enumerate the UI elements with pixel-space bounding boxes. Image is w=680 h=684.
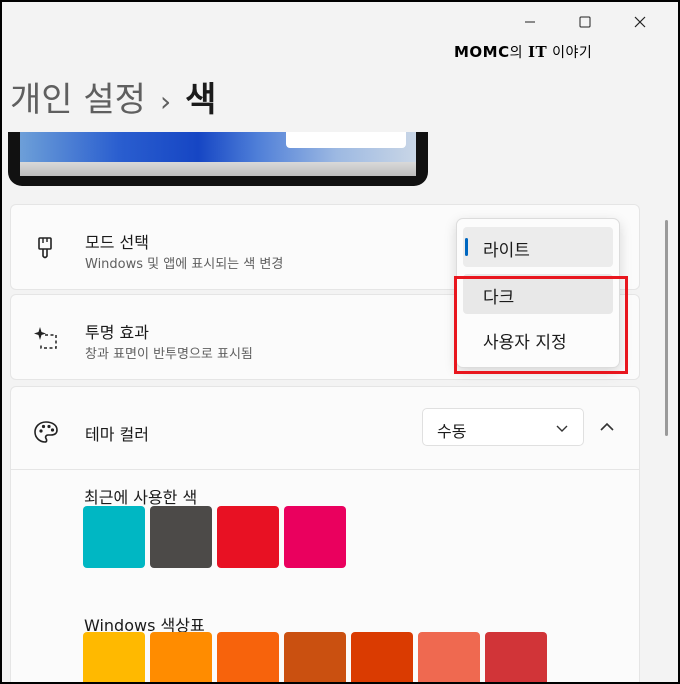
- recent-color-swatch[interactable]: [83, 506, 145, 568]
- watermark-possessive: 의: [509, 45, 528, 61]
- theme-color-title: 테마 컬러: [85, 425, 149, 444]
- mode-option-light[interactable]: 라이트: [463, 227, 613, 267]
- mode-option-label: 라이트: [483, 241, 530, 261]
- brush-icon: [38, 237, 52, 259]
- minimize-icon: [525, 21, 535, 23]
- page-title: 색: [185, 80, 217, 120]
- chevron-up-icon[interactable]: [598, 418, 616, 436]
- watermark: MOMC의 IT 이야기: [454, 42, 592, 62]
- breadcrumb-separator: ›: [159, 85, 172, 118]
- palette-color-swatch[interactable]: [351, 632, 413, 682]
- divider: [11, 469, 639, 470]
- preview-window: [286, 132, 406, 148]
- sparkle-icon: [34, 327, 57, 349]
- selection-indicator: [465, 238, 468, 256]
- mode-description: Windows 및 앱에 표시되는 색 변경: [85, 257, 284, 272]
- recent-color-swatch[interactable]: [284, 506, 346, 568]
- minimize-button[interactable]: [512, 10, 548, 34]
- breadcrumb: 개인 설정 › 색: [10, 72, 216, 121]
- palette-color-swatch[interactable]: [284, 632, 346, 682]
- maximize-icon: [579, 16, 591, 28]
- palette-color-swatch[interactable]: [83, 632, 145, 682]
- transparency-title: 투명 효과: [85, 323, 149, 342]
- palette-color-swatch[interactable]: [485, 632, 547, 682]
- watermark-it: IT: [527, 43, 548, 61]
- settings-window: MOMC의 IT 이야기 개인 설정 › 색 모드 선택 Windows 및 앱에 …: [2, 2, 678, 682]
- mode-title: 모드 선택: [85, 233, 149, 252]
- transparency-description: 창과 표면이 반투명으로 표시됨: [85, 347, 253, 362]
- theme-color-dropdown[interactable]: 수동: [422, 408, 584, 446]
- scrollbar-thumb[interactable]: [665, 220, 668, 436]
- maximize-button[interactable]: [567, 10, 603, 34]
- recent-colors-label: 최근에 사용한 색: [84, 488, 198, 507]
- watermark-brand: MOMC: [454, 43, 510, 61]
- palette-color-swatch[interactable]: [418, 632, 480, 682]
- recent-color-swatch[interactable]: [150, 506, 212, 568]
- theme-preview: [8, 132, 428, 186]
- palette-color-swatch[interactable]: [150, 632, 212, 682]
- highlight-box: [454, 276, 628, 374]
- preview-taskbar: [20, 162, 416, 176]
- close-button[interactable]: [622, 10, 658, 34]
- watermark-story: 이야기: [547, 45, 593, 61]
- recent-color-swatch[interactable]: [217, 506, 279, 568]
- breadcrumb-parent[interactable]: 개인 설정: [10, 80, 146, 120]
- chevron-down-icon: [556, 425, 568, 432]
- close-icon: [634, 16, 646, 28]
- dropdown-value: 수동: [437, 422, 467, 441]
- palette-color-swatch[interactable]: [217, 632, 279, 682]
- palette-icon: [34, 421, 58, 443]
